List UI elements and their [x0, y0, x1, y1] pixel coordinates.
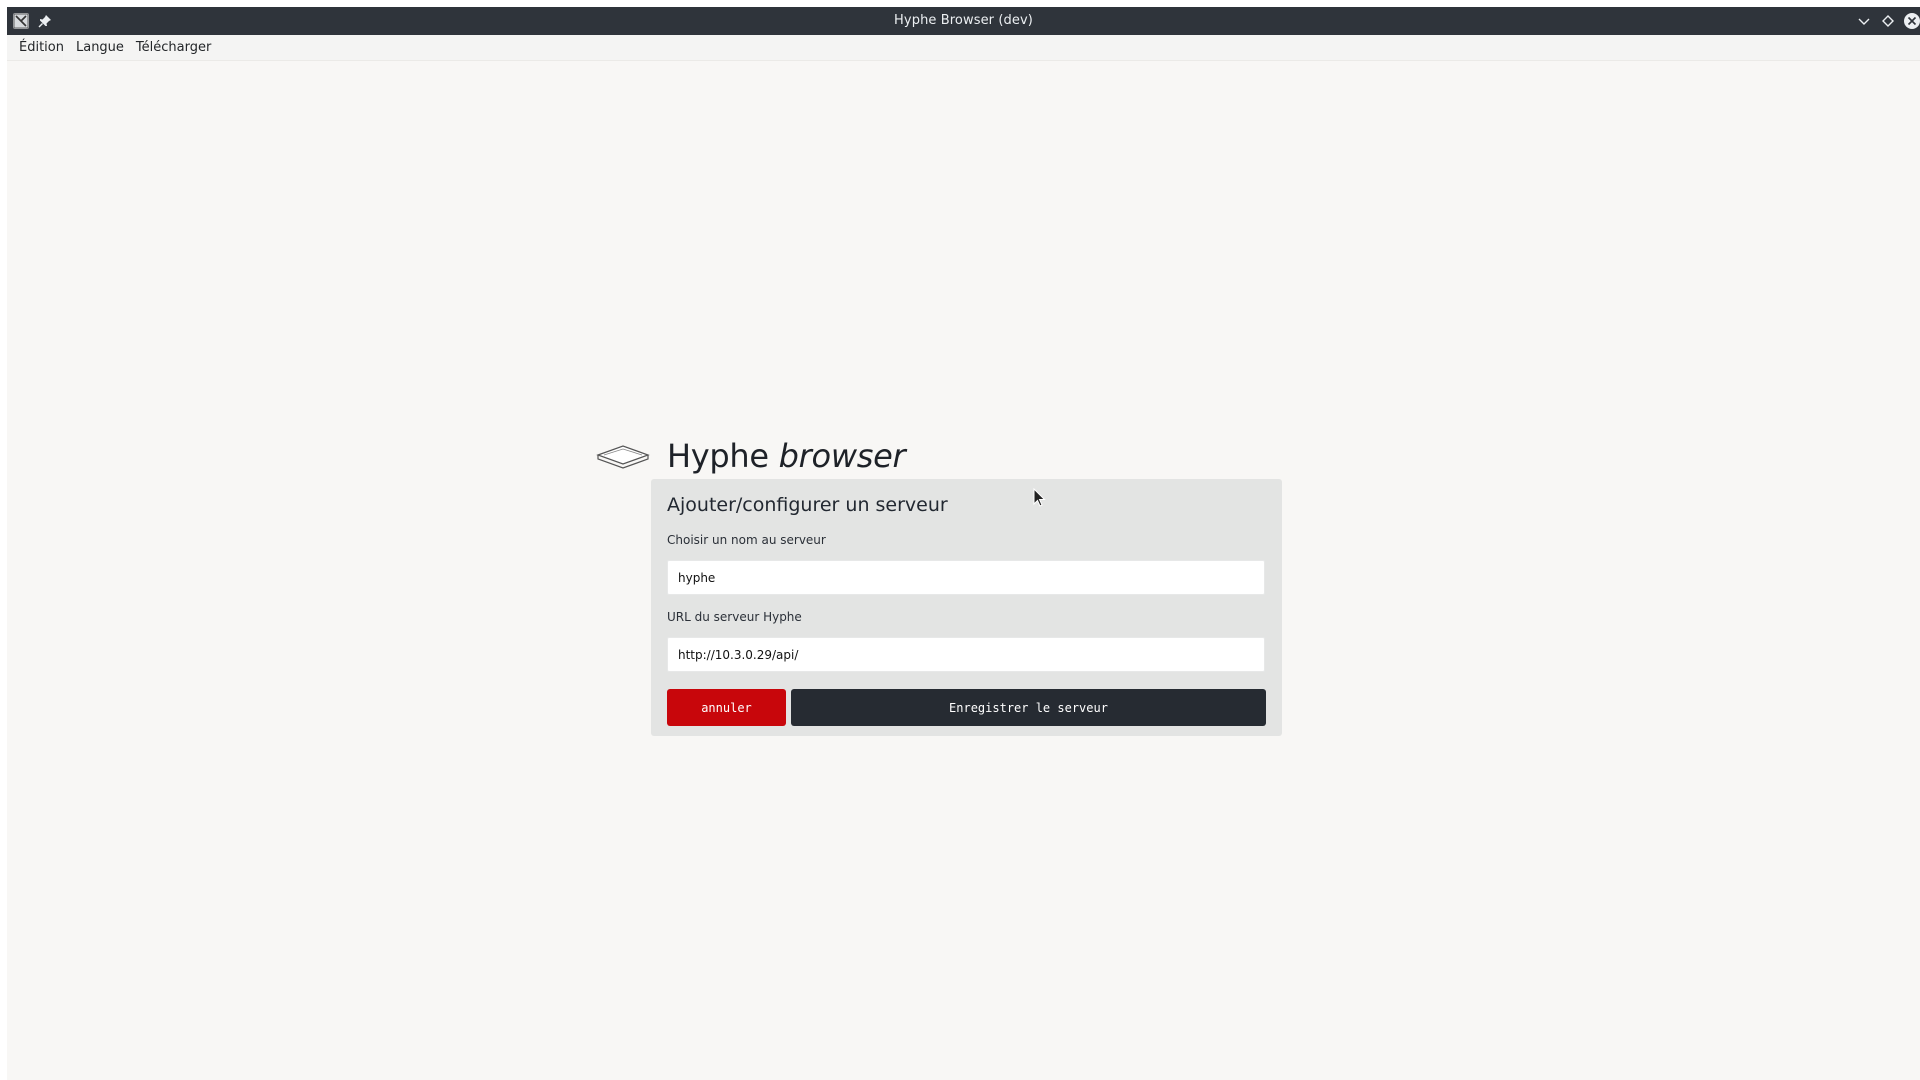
maximize-button[interactable] — [1879, 12, 1897, 30]
window-title: Hyphe Browser (dev) — [894, 13, 1033, 28]
brand-name-italic: browser — [778, 437, 906, 475]
app-window: Hyphe Browser (dev) Édition Langue Téléc… — [7, 7, 1920, 1080]
brand-title: Hyphe browser — [667, 434, 906, 478]
menu-bar: Édition Langue Télécharger — [7, 35, 1920, 61]
menu-telecharger[interactable]: Télécharger — [130, 37, 217, 59]
menu-langue[interactable]: Langue — [70, 37, 130, 59]
cancel-button[interactable]: annuler — [667, 689, 786, 726]
menu-edition[interactable]: Édition — [13, 37, 70, 59]
panel-heading: Ajouter/configurer un serveur — [667, 494, 948, 516]
mouse-cursor-icon — [1033, 487, 1047, 508]
brand-name: Hyphe — [667, 437, 769, 475]
title-bar[interactable]: Hyphe Browser (dev) — [7, 7, 1920, 35]
save-server-button[interactable]: Enregistrer le serveur — [791, 689, 1266, 726]
chevron-down-icon — [1858, 18, 1870, 25]
server-name-input[interactable] — [667, 560, 1265, 595]
close-icon — [1904, 13, 1920, 29]
close-button[interactable] — [1903, 12, 1920, 30]
server-config-panel: Ajouter/configurer un serveur Choisir un… — [651, 479, 1282, 736]
server-url-label: URL du serveur Hyphe — [667, 610, 802, 624]
server-url-input[interactable] — [667, 637, 1265, 672]
diamond-icon — [1882, 15, 1894, 27]
server-name-label: Choisir un nom au serveur — [667, 533, 826, 547]
minimize-button[interactable] — [1855, 12, 1873, 30]
hyphe-logo-icon — [596, 442, 650, 472]
